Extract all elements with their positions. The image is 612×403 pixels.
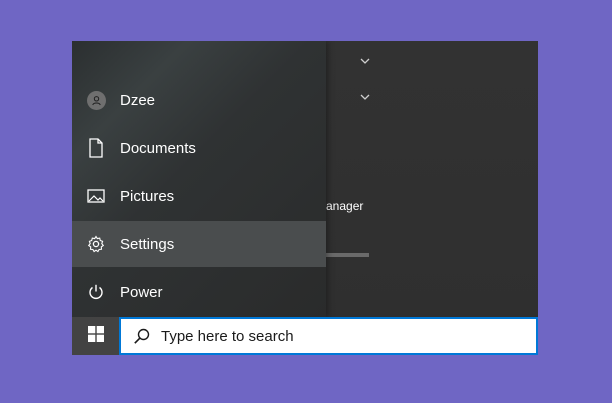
tile-progress-bar (326, 253, 369, 257)
menu-item-label: Pictures (120, 187, 175, 205)
chevron-down-icon[interactable] (360, 92, 370, 102)
menu-item-documents[interactable]: Documents (72, 125, 326, 171)
document-icon (86, 138, 106, 158)
search-input[interactable]: Type here to search (161, 328, 294, 345)
taskbar: Type here to search (72, 317, 538, 355)
user-avatar-icon (86, 90, 106, 110)
menu-item-label: Dzee (120, 91, 156, 109)
menu-item-user[interactable]: Dzee (72, 77, 326, 123)
search-icon (133, 327, 151, 345)
start-menu-screen: anager Dzee Documents Pictures Settings … (72, 41, 538, 355)
menu-item-label: Settings (120, 235, 175, 253)
menu-item-power[interactable]: Power (72, 269, 326, 315)
menu-item-label: Power (120, 283, 163, 301)
power-icon (86, 282, 106, 302)
menu-item-pictures[interactable]: Pictures (72, 173, 326, 219)
tiles-area (326, 41, 538, 317)
start-menu-left-pane: Dzee Documents Pictures Settings Power (72, 41, 326, 317)
tile-label-partial[interactable]: anager (326, 199, 363, 213)
gear-icon (86, 234, 106, 254)
picture-icon (86, 186, 106, 206)
windows-logo-icon (87, 325, 104, 347)
search-box[interactable]: Type here to search (119, 317, 538, 355)
menu-item-label: Documents (120, 139, 196, 157)
menu-item-settings[interactable]: Settings (72, 221, 326, 267)
chevron-down-icon[interactable] (360, 56, 370, 66)
start-button[interactable] (72, 317, 119, 355)
